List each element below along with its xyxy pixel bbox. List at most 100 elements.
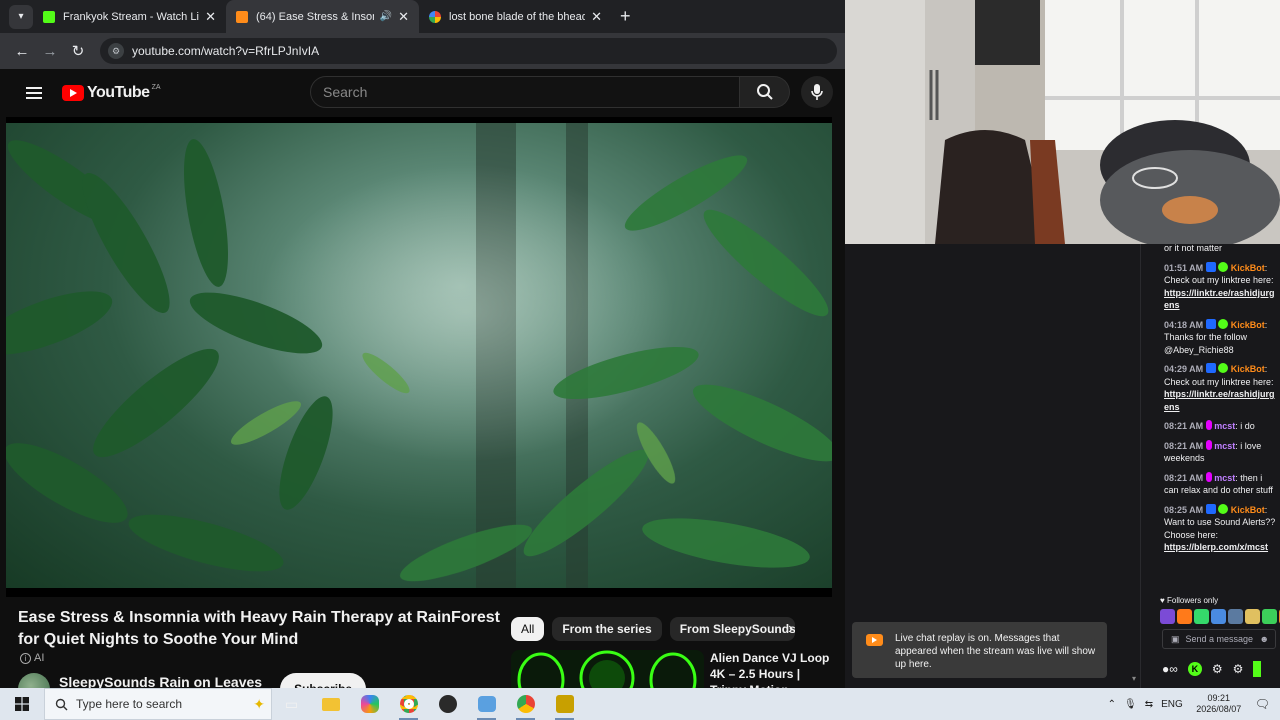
taskbar-search[interactable]: Type here to search ✦	[44, 688, 272, 720]
message-user[interactable]: KickBot	[1231, 505, 1265, 515]
chip-from-channel[interactable]: From SleepySounds Ra	[669, 617, 795, 641]
tab-title: lost bone blade of the bheaded	[449, 10, 586, 23]
message-time: 04:18 AM	[1164, 319, 1204, 330]
language-indicator[interactable]: ENG	[1161, 699, 1183, 710]
scroll-down-icon[interactable]: ▾	[1132, 674, 1136, 683]
speaker-icon[interactable]: 🔊	[380, 11, 392, 22]
message-link[interactable]: https://linktr.ee/rashidjurgens	[1164, 389, 1275, 412]
emoji-icon[interactable]: ☻	[1260, 634, 1269, 644]
clock[interactable]: 09:21 2026/08/07	[1191, 693, 1247, 715]
copilot-icon[interactable]	[350, 688, 389, 720]
user-badge-icon	[1205, 471, 1212, 482]
youtube-logo[interactable]: YouTube ZA	[62, 84, 161, 102]
message-text: or it not matter	[1164, 243, 1223, 253]
hamburger-menu-icon[interactable]	[26, 84, 42, 102]
chat-message: 01:51 AM KickBot: Check out my linktree …	[1164, 261, 1275, 311]
site-info-icon[interactable]: ⚙	[108, 43, 124, 59]
emote-icon[interactable]	[1160, 609, 1175, 624]
search-box[interactable]	[310, 76, 740, 108]
emote-icon[interactable]	[1228, 609, 1243, 624]
youtube-play-icon	[866, 634, 883, 646]
tab-close-icon[interactable]: ✕	[398, 9, 409, 25]
game-app-icon[interactable]	[545, 688, 584, 720]
message-user[interactable]: KickBot	[1231, 263, 1265, 273]
tab-title: (64) Ease Stress & Insomnia	[256, 10, 374, 23]
chrome-profile-icon[interactable]	[506, 688, 545, 720]
user-badge-icon	[1205, 420, 1212, 430]
emote-icon[interactable]	[1262, 609, 1277, 624]
message-user[interactable]: mcst	[1214, 421, 1235, 431]
video-frame-rainforest	[6, 123, 832, 588]
chevron-up-icon[interactable]: ⌃	[1108, 699, 1116, 710]
start-button[interactable]	[0, 688, 44, 720]
emote-icon[interactable]	[1245, 609, 1260, 624]
emote-icon[interactable]	[1194, 609, 1209, 624]
youtube-header: YouTube ZA	[0, 69, 845, 117]
google-favicon-icon	[429, 10, 441, 23]
rewards-icon[interactable]: ●∞	[1162, 662, 1178, 676]
emote-icon[interactable]	[1211, 609, 1226, 624]
tab-youtube-video[interactable]: (64) Ease Stress & Insomnia 🔊 ✕	[226, 0, 419, 33]
reload-icon[interactable]: ↻	[64, 42, 92, 60]
message-user[interactable]: mcst	[1214, 441, 1235, 451]
search-icon	[756, 84, 773, 100]
microphone-icon[interactable]: 🎙	[1124, 699, 1137, 710]
message-user[interactable]: KickBot	[1231, 364, 1265, 374]
message-text: Want to use Sound Alerts?? Choose here:	[1164, 517, 1276, 540]
message-time: 08:25 AM	[1164, 504, 1204, 515]
search-input[interactable]	[323, 84, 739, 100]
tab-google-search[interactable]: lost bone blade of the bheaded ✕	[419, 0, 612, 33]
clock-time: 09:21	[1207, 693, 1231, 703]
clock-date: 2026/08/07	[1196, 704, 1242, 714]
recommendation-title[interactable]: Alien Dance VJ Loop 4K – 2.5 Hours | Tri…	[710, 650, 830, 690]
obs-icon[interactable]	[428, 688, 467, 720]
chevron-right-icon[interactable]: ›	[788, 620, 793, 638]
send-button[interactable]	[1253, 661, 1262, 677]
message-text: Check out my linktree here:	[1164, 275, 1274, 285]
snipping-tool-icon[interactable]	[467, 688, 506, 720]
new-tab-button[interactable]: +	[620, 6, 631, 27]
windows-taskbar: Type here to search ✦ ▭ ⌃ 🎙 ⇆ ENG 09:21 …	[0, 688, 1280, 720]
forward-arrow-icon[interactable]: →	[36, 43, 64, 60]
chat-divider	[1140, 244, 1141, 688]
message-time: 08:21 AM	[1164, 440, 1204, 451]
url-field[interactable]: ⚙ youtube.com/watch?v=RfrLPJnIvIA	[100, 38, 837, 64]
search-button[interactable]	[740, 76, 790, 108]
file-explorer-icon[interactable]	[311, 688, 350, 720]
message-user[interactable]: KickBot	[1231, 320, 1265, 330]
message-time: 08:21 AM	[1164, 472, 1204, 483]
ai-badge[interactable]: i AI	[20, 652, 44, 664]
back-arrow-icon[interactable]: ←	[8, 43, 36, 60]
tab-kick-stream[interactable]: Frankyok Stream - Watch Live o ✕	[33, 0, 226, 33]
message-link[interactable]: https://blerp.com/x/mcst	[1164, 542, 1268, 552]
settings-icon[interactable]: ⚙	[1233, 662, 1244, 676]
chip-all[interactable]: All	[511, 617, 545, 641]
voice-search-button[interactable]	[801, 76, 833, 108]
message-user[interactable]: mcst	[1214, 473, 1235, 483]
message-text: i do	[1240, 421, 1255, 431]
tab-close-icon[interactable]: ✕	[205, 9, 216, 25]
network-icon[interactable]: ⇆	[1145, 699, 1153, 710]
bot-badge-icon	[1205, 318, 1216, 329]
kick-icon[interactable]: K	[1187, 662, 1202, 676]
chip-from-the-series[interactable]: From the series	[552, 617, 662, 641]
chat-message: 08:21 AM mcst: then i can relax and do o…	[1164, 471, 1273, 495]
tab-search-button[interactable]: ▾	[9, 4, 33, 29]
notification-icon[interactable]: 🗨	[1255, 697, 1270, 711]
message-time: 04:29 AM	[1164, 364, 1204, 374]
webcam-overlay	[845, 0, 1280, 244]
message-link[interactable]: https://linktr.ee/rashidjurgens	[1164, 288, 1275, 311]
verified-badge-icon	[1218, 503, 1229, 514]
emote-icon[interactable]	[1177, 609, 1192, 624]
chrome-icon[interactable]	[389, 688, 428, 720]
video-player[interactable]	[6, 117, 832, 597]
gear-icon[interactable]: ⚙	[1212, 662, 1223, 676]
chat-message: 08:21 AM mcst: i do	[1164, 420, 1255, 431]
recommendation-thumbnail[interactable]	[511, 650, 704, 690]
task-view-icon[interactable]: ▭	[272, 688, 311, 720]
search-icon	[55, 698, 68, 710]
youtube-wordmark: YouTube	[87, 84, 150, 101]
chat-scrollbar[interactable]: ▾	[1130, 244, 1140, 684]
tab-close-icon[interactable]: ✕	[591, 9, 602, 25]
chat-message-input[interactable]: ▣ Send a message ☻	[1162, 629, 1276, 649]
